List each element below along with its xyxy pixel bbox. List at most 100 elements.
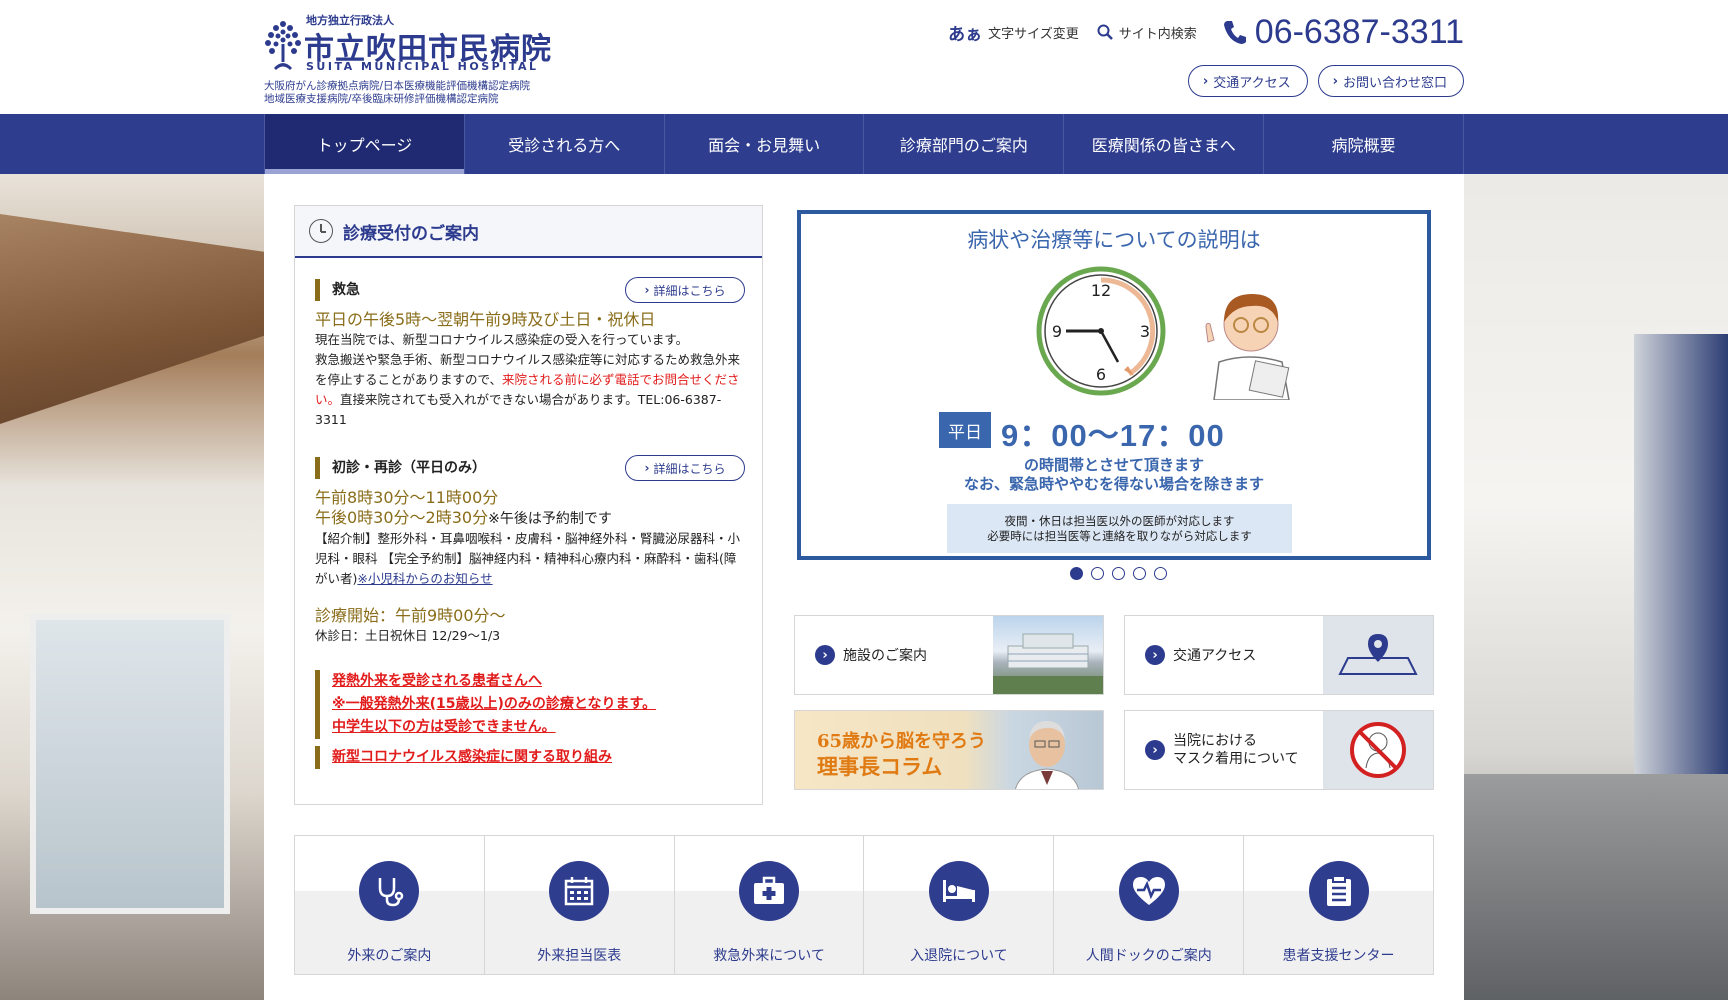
nav-medical-professionals[interactable]: 医療関係の皆さまへ <box>1064 114 1265 174</box>
afternoon-hours: 午後0時30分～2時30分 <box>315 508 489 527</box>
quick-label: 外来のご案内 <box>347 948 432 964</box>
main-content: 診療受付のご案内 救急 詳細はこちら 平日の午後5時～翌朝午前9時及び土日・祝休… <box>264 174 1464 1000</box>
mask-label-2: マスク着用について <box>1173 751 1299 767</box>
chevron-right-icon: › <box>1145 645 1165 665</box>
hospital-logo[interactable]: 地方独立行政法人 市立吹田市民病院 SUITA MUNICIPAL HOSPIT… <box>264 10 564 110</box>
covid-acceptance-notice: 現在当院では、新型コロナウイルス感染症の受入を行っています。 <box>315 332 689 347</box>
fever-clinic-link[interactable]: 発熱外来を受診される患者さんへ <box>332 670 745 693</box>
emergency-description: 救急搬送や緊急手術、新型コロナウイルス感染症等に対応するため救急外来を停止するこ… <box>315 350 745 430</box>
quick-emergency[interactable]: 救急外来について <box>674 836 865 974</box>
hospital-bed-icon <box>928 861 989 921</box>
first-visit-detail-button[interactable]: 詳細はこちら <box>625 455 745 481</box>
emergency-section: 救急 詳細はこちら 平日の午後5時～翌朝午前9時及び土日・祝休日 現在当院では、… <box>315 277 745 430</box>
director-column-banner[interactable]: 65歳から脳を守ろう 理事長コラム <box>794 710 1104 790</box>
first-visit-departments: 【紹介制】整形外科・耳鼻咽喉科・皮膚科・脳神経外科・腎臓泌尿器科・小児科・眼科 … <box>315 529 745 589</box>
morning-hours: 午前8時30分～11時00分 <box>315 488 499 507</box>
quick-patient-support[interactable]: 患者支援センター <box>1244 836 1433 974</box>
quick-outpatient[interactable]: 外来のご案内 <box>295 836 485 974</box>
stethoscope-icon <box>359 861 420 921</box>
fever-clinic-notice: 発熱外来を受診される患者さんへ ※一般発熱外来(15歳以上)のみの診療となります… <box>315 670 745 739</box>
slider-dot-1[interactable] <box>1070 567 1083 580</box>
announcement-slider[interactable]: 病状や治療等についての説明は 12 3 6 9 平日 9：00～17：00 の時… <box>797 210 1431 560</box>
slider-dot-2[interactable] <box>1091 567 1104 580</box>
quick-label: 救急外来について <box>713 948 825 964</box>
nav-top[interactable]: トップページ <box>264 114 465 174</box>
facility-guide-label: 施設のご案内 <box>843 648 927 664</box>
slider-dot-3[interactable] <box>1112 567 1125 580</box>
mask-policy-card[interactable]: › 当院におけるマスク着用について <box>1124 710 1434 790</box>
quick-label: 外来担当医表 <box>537 948 622 964</box>
first-visit-section: 初診・再診（平日のみ） 詳細はこちら 午前8時30分～11時00分 午後0時30… <box>315 455 745 589</box>
slide-heading: 病状や治療等についての説明は <box>967 228 1261 252</box>
reception-title: 診療受付のご案内 <box>343 223 479 244</box>
access-card-label: 交通アクセス <box>1173 648 1257 664</box>
nav-departments[interactable]: 診療部門のご案内 <box>864 114 1065 174</box>
font-size-toggle[interactable]: あぁ 文字サイズ変更 <box>948 20 1079 45</box>
weekday-badge: 平日 <box>939 412 991 448</box>
slider-dot-4[interactable] <box>1133 567 1146 580</box>
quick-admission[interactable]: 入退院について <box>864 836 1055 974</box>
contact-button[interactable]: お問い合わせ窓口 <box>1317 65 1464 97</box>
slide-line-2: なお、緊急時ややむを得ない場合を除きます <box>963 475 1264 493</box>
search-icon <box>1097 24 1113 40</box>
clock-icon <box>309 219 333 243</box>
nav-about[interactable]: 病院概要 <box>1264 114 1464 174</box>
header-quick-links: 交通アクセス お問い合わせ窓口 <box>1187 65 1464 97</box>
certification-line-2: 地域医療支援病院/卒後臨床研修評価機構認定病院 <box>264 93 499 105</box>
emergency-text-2: 直接来院されても受入れができない場合があります。TEL:06-6387-3311 <box>315 392 722 427</box>
background-photo-left <box>0 174 264 1000</box>
emergency-label: 救急 <box>315 279 360 301</box>
emergency-hours: 平日の午後5時～翌朝午前9時及び土日・祝休日 <box>315 310 656 329</box>
phone-number-text: 06-6387-3311 <box>1254 12 1464 51</box>
fever-clinic-age-link[interactable]: ※一般発熱外来(15歳以上)のみの診療となります。 <box>332 693 745 716</box>
facility-guide-card[interactable]: › 施設のご案内 <box>794 615 1104 695</box>
background-photo-right <box>1464 174 1728 1000</box>
hospital-building-photo <box>993 616 1103 694</box>
slide-note-1: 夜間・休日は担当医以外の医師が対応します <box>1004 514 1235 528</box>
closed-days: 休診日：土日祝休日 12/29～1/3 <box>315 628 501 643</box>
slide-note: 夜間・休日は担当医以外の医師が対応します 必要時には担当医等と連絡を取りながら対… <box>947 504 1292 553</box>
chevron-right-icon: › <box>1145 740 1165 760</box>
quick-label: 人間ドックのご案内 <box>1085 948 1212 964</box>
slide-line-1: の時間帯とさせて頂きます <box>1023 456 1204 474</box>
clock-9: 9 <box>1052 322 1062 341</box>
emergency-detail-button[interactable]: 詳細はこちら <box>625 277 745 303</box>
fever-clinic-minor-link[interactable]: 中学生以下の方は受診できません。 <box>332 716 745 739</box>
afternoon-note: ※午後は予約制です <box>488 511 612 527</box>
clock-6: 6 <box>1096 365 1106 384</box>
map-pin-icon <box>1323 616 1433 694</box>
slider-pagination <box>1070 567 1167 580</box>
column-title: 理事長コラム <box>817 754 943 779</box>
nav-patients[interactable]: 受診される方へ <box>465 114 665 174</box>
slide-note-2: 必要時には担当医等と連絡を取りながら対応します <box>987 529 1252 543</box>
slider-dot-5[interactable] <box>1154 567 1167 580</box>
hospital-name-en: SUITA MUNICIPAL HOSPITAL <box>306 60 539 73</box>
access-card[interactable]: › 交通アクセス <box>1124 615 1434 695</box>
access-button[interactable]: 交通アクセス <box>1187 65 1308 97</box>
search-label: サイト内検索 <box>1118 26 1197 42</box>
clock-illustration-icon: 12 3 6 9 <box>1036 266 1166 396</box>
consultation-start: 診療開始：午前9時00分～ <box>315 606 506 625</box>
quick-label: 患者支援センター <box>1282 948 1395 964</box>
phone-number[interactable]: 06-6387-3311 <box>1223 13 1464 52</box>
mask-prohibited-icon <box>1323 711 1433 789</box>
font-size-label: 文字サイズ変更 <box>988 26 1079 42</box>
pediatrics-notice-link[interactable]: ※小児科からのお知らせ <box>357 571 492 586</box>
covid-initiatives-link[interactable]: 新型コロナウイルス感染症に関する取り組み <box>332 746 745 769</box>
utility-bar: あぁ 文字サイズ変更 サイト内検索 06-6387-3311 <box>948 13 1464 52</box>
site-header: 地方独立行政法人 市立吹田市民病院 SUITA MUNICIPAL HOSPIT… <box>0 0 1728 114</box>
clock-3: 3 <box>1140 322 1150 341</box>
mask-label-1: 当院における <box>1173 733 1257 749</box>
quick-links: 外来のご案内 外来担当医表 救急外来について 入退院について 人間ドックのご案内… <box>294 835 1434 975</box>
nav-visiting[interactable]: 面会・お見舞い <box>665 114 865 174</box>
chevron-right-icon: › <box>815 645 835 665</box>
covid-initiatives: 新型コロナウイルス感染症に関する取り組み <box>315 746 745 769</box>
global-nav: トップページ 受診される方へ 面会・お見舞い 診療部門のご案内 医療関係の皆さま… <box>0 114 1728 174</box>
quick-label: 入退院について <box>910 948 1008 964</box>
reception-info-panel: 診療受付のご案内 救急 詳細はこちら 平日の午後5時～翌朝午前9時及び土日・祝休… <box>294 205 763 805</box>
quick-health-checkup[interactable]: 人間ドックのご案内 <box>1054 836 1245 974</box>
site-search-link[interactable]: サイト内検索 <box>1097 23 1197 42</box>
first-visit-label: 初診・再診（平日のみ） <box>315 457 486 479</box>
clipboard-icon <box>1308 861 1369 921</box>
quick-doctor-schedule[interactable]: 外来担当医表 <box>484 836 675 974</box>
